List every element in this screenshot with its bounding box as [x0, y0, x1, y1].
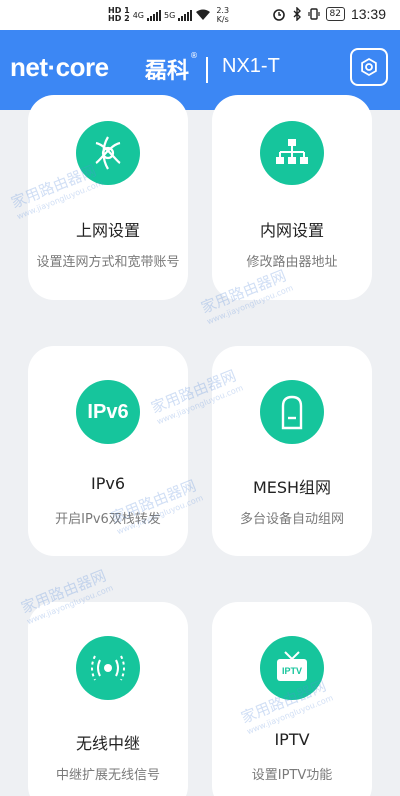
card-title: 无线中继	[75, 734, 140, 753]
card-title: IPv6	[90, 474, 125, 493]
speed-value: 2.3	[216, 6, 230, 15]
card-title: IPTV	[274, 730, 310, 749]
router-model: NX1-T	[222, 55, 280, 77]
card-subtitle: 设置连网方式和宽带账号	[36, 255, 180, 270]
wifi-icon	[196, 9, 211, 20]
bluetooth-icon	[293, 7, 301, 21]
brand-cn: 磊科	[145, 59, 190, 84]
registered-mark: ®	[190, 51, 198, 60]
net-type-2: 5G	[164, 10, 176, 20]
card-title: 上网设置	[75, 221, 140, 240]
status-bar: HD 1 HD 2 4G 5G 2.3 K/s 82 13:39	[0, 0, 400, 30]
tv-icon: IPTV	[260, 636, 324, 700]
iptv-icon-text: IPTV	[282, 666, 302, 676]
vibrate-icon	[307, 8, 320, 20]
signal-icon-2	[178, 9, 193, 21]
card-subtitle: 设置IPTV功能	[251, 768, 333, 783]
status-left: HD 1 HD 2 4G 5G 2.3 K/s	[108, 4, 229, 26]
network-speed: 2.3 K/s	[216, 6, 229, 24]
hd-label-2: HD	[108, 14, 122, 23]
card-subtitle: 多台设备自动组网	[239, 512, 344, 527]
status-right: 82 13:39	[272, 6, 386, 22]
card-ipv6[interactable]: IPv6 IPv6 开启IPv6双栈转发	[28, 346, 188, 556]
card-subtitle: 开启IPv6双栈转发	[55, 512, 161, 527]
card-iptv[interactable]: IPTV IPTV 设置IPTV功能	[212, 602, 372, 796]
speed-unit: K/s	[216, 15, 229, 24]
card-lan-settings[interactable]: 内网设置 修改路由器地址	[212, 95, 372, 300]
gear-icon	[361, 57, 377, 77]
card-subtitle: 中继扩展无线信号	[55, 768, 160, 783]
settings-button[interactable]	[350, 48, 388, 86]
battery-icon: 82	[325, 7, 345, 21]
network-topology-icon	[260, 121, 324, 185]
clock: 13:39	[350, 6, 386, 22]
card-title: MESH组网	[252, 478, 332, 497]
card-internet-settings[interactable]: 上网设置 设置连网方式和宽带账号	[28, 95, 188, 300]
ipv6-icon-text: IPv6	[87, 400, 129, 423]
signal-icon	[147, 9, 162, 21]
sim2-label: 2	[124, 14, 130, 23]
card-wireless-repeater[interactable]: 无线中继 中继扩展无线信号	[28, 602, 188, 796]
mesh-device-icon	[260, 380, 324, 444]
globe-icon	[76, 121, 140, 185]
alarm-icon	[272, 9, 285, 21]
card-mesh[interactable]: MESH组网 多台设备自动组网	[212, 346, 372, 556]
ipv6-icon: IPv6	[76, 380, 140, 444]
header-divider	[206, 57, 208, 83]
card-subtitle: 修改路由器地址	[246, 255, 338, 270]
wireless-repeater-icon	[76, 636, 140, 700]
brand-logo: net·core	[10, 52, 109, 82]
card-title: 内网设置	[259, 221, 324, 240]
net-type-1: 4G	[132, 10, 145, 20]
